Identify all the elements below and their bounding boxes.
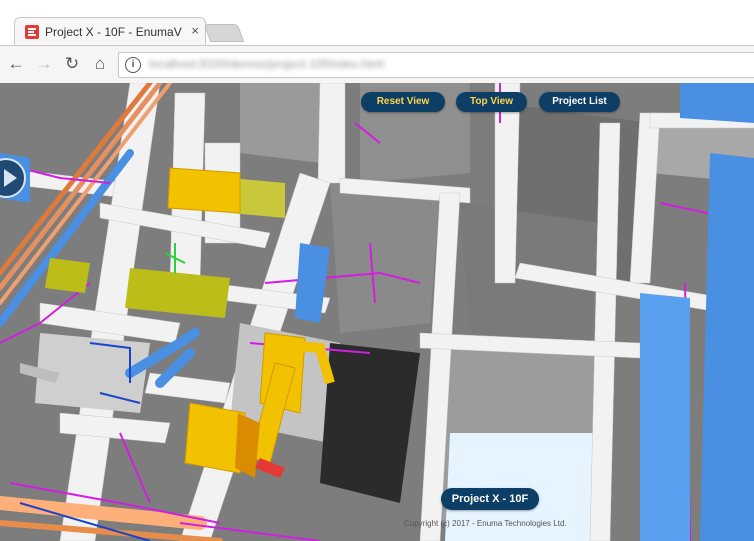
browser-toolbar: ← → ↻ ⌂ i localhost:8100/demos/project-1… bbox=[0, 45, 754, 84]
project-list-button[interactable]: Project List bbox=[539, 92, 620, 112]
project-name-badge: Project X - 10F bbox=[441, 488, 539, 510]
info-icon[interactable]: i bbox=[125, 57, 141, 73]
home-icon[interactable]: ⌂ bbox=[90, 54, 110, 74]
url-text: localhost:8100/demos/project-10f/index.h… bbox=[149, 57, 384, 71]
bim-model-render[interactable] bbox=[0, 83, 754, 541]
copyright-text: Copyright (c) 2017 - Enuma Technologies … bbox=[404, 519, 567, 528]
new-tab-button[interactable] bbox=[203, 24, 245, 42]
close-tab-icon[interactable]: × bbox=[191, 23, 199, 39]
reload-icon[interactable]: ↻ bbox=[62, 54, 82, 74]
forward-arrow-icon[interactable]: → bbox=[34, 54, 54, 74]
tab-title: Project X - 10F - EnumaV bbox=[45, 25, 182, 39]
3d-viewport[interactable]: Reset View Top View Project List Project… bbox=[0, 83, 754, 541]
enuma-logo-icon bbox=[25, 25, 39, 39]
address-bar[interactable]: i localhost:8100/demos/project-10f/index… bbox=[118, 52, 754, 78]
tab-strip: Project X - 10F - EnumaV × bbox=[0, 0, 754, 46]
browser-tab[interactable]: Project X - 10F - EnumaV × bbox=[14, 17, 206, 46]
top-view-button[interactable]: Top View bbox=[456, 92, 527, 112]
reset-view-button[interactable]: Reset View bbox=[361, 92, 445, 112]
back-arrow-icon[interactable]: ← bbox=[6, 54, 26, 74]
